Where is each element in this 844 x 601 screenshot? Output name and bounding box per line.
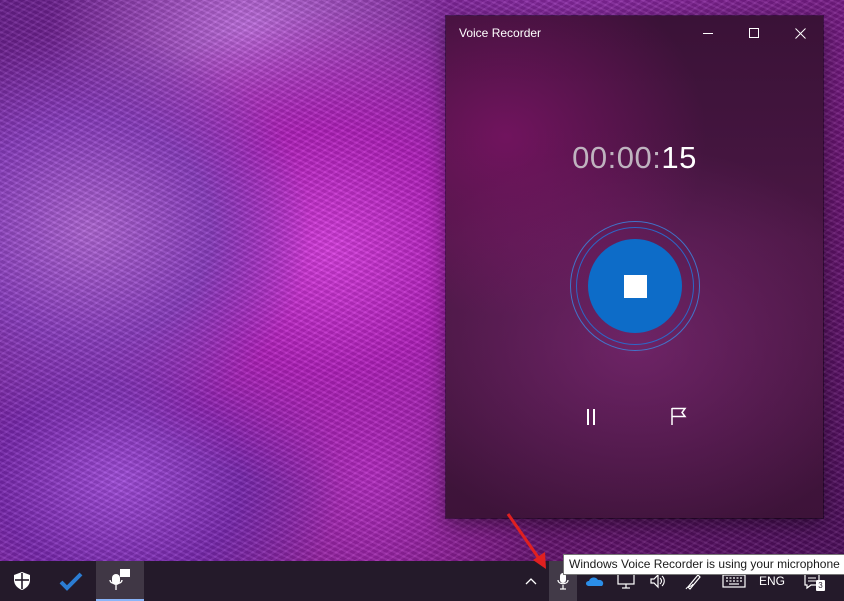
microphone-tooltip: Windows Voice Recorder is using your mic… — [563, 554, 844, 575]
annotation-arrow — [506, 513, 546, 569]
